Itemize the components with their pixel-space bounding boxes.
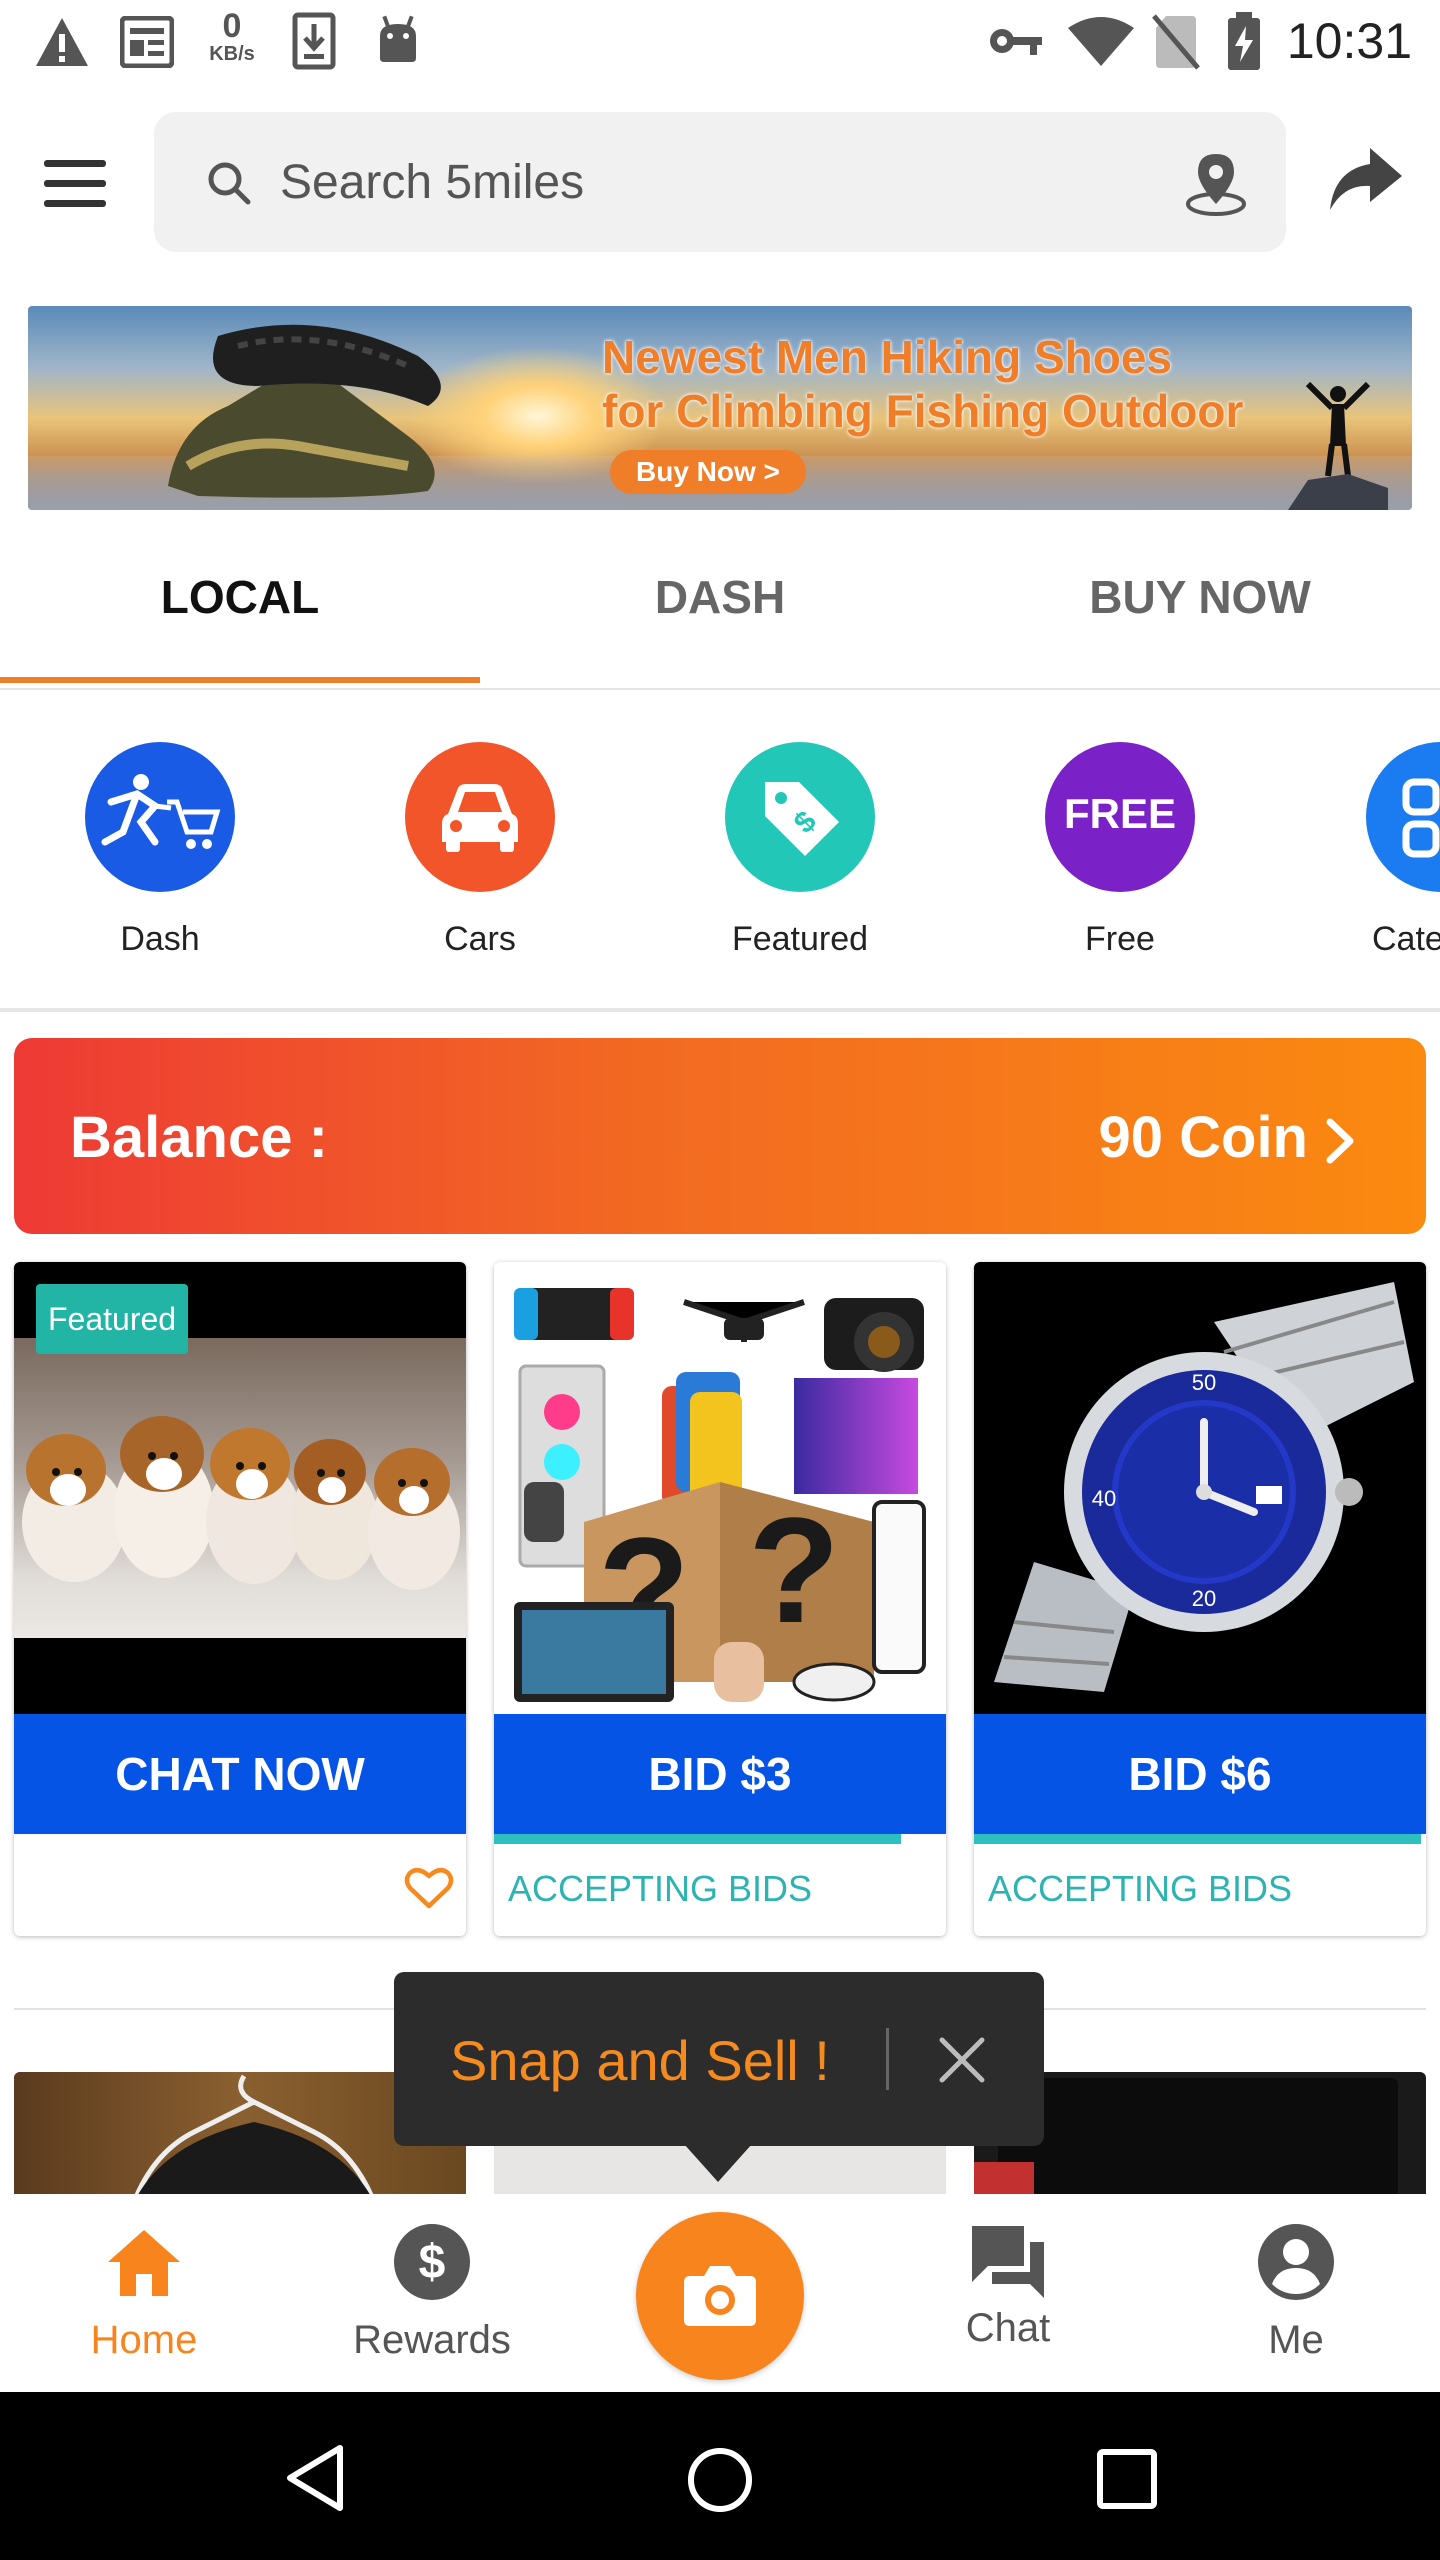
bid-button[interactable]: BID $6 xyxy=(974,1714,1426,1834)
car-icon xyxy=(442,784,518,852)
search-input[interactable] xyxy=(280,152,1080,212)
download-icon xyxy=(292,12,336,70)
battery-charging-icon xyxy=(1228,12,1260,70)
tab-buy-now[interactable]: BUY NOW xyxy=(960,570,1440,624)
nav-chat[interactable]: Chat xyxy=(864,2194,1152,2392)
category-icon-circle: $ xyxy=(725,742,875,892)
product-card[interactable]: ? ? BID $3 ACCEPTING BIDS xyxy=(494,1262,946,1936)
svg-text:$: $ xyxy=(419,2236,446,2289)
nav-rewards[interactable]: $ Rewards xyxy=(288,2194,576,2392)
home-circle-icon[interactable] xyxy=(686,2446,754,2514)
balance-label: Balance : xyxy=(70,1105,328,1170)
recents-icon[interactable] xyxy=(1096,2448,1158,2510)
home-icon xyxy=(108,2230,180,2296)
news-icon xyxy=(120,16,174,68)
search-icon xyxy=(208,162,251,205)
status-bar: 0 KB/s 10:31 xyxy=(0,0,1440,84)
bid-button[interactable]: BID $3 xyxy=(494,1714,946,1834)
svg-text:20: 20 xyxy=(1192,1586,1216,1611)
nav-me[interactable]: Me xyxy=(1152,2194,1440,2392)
nav-label: Me xyxy=(1268,2318,1324,2362)
balance-value: 90 Coin xyxy=(1098,1105,1309,1170)
network-speed-unit: KB/s xyxy=(209,43,255,65)
sell-camera-button[interactable] xyxy=(636,2212,804,2380)
category-label: Free xyxy=(1085,920,1155,958)
category-dash[interactable]: Dash xyxy=(60,742,260,959)
category-categories[interactable]: Categories xyxy=(1340,742,1440,959)
hiker-silhouette-image xyxy=(1288,381,1388,510)
key-icon xyxy=(990,29,1042,55)
bid-progress-bar xyxy=(974,1834,1422,1844)
wifi-icon xyxy=(1068,17,1134,66)
network-speed-value: 0 xyxy=(222,7,242,45)
bid-status: ACCEPTING BIDS xyxy=(988,1868,1293,1909)
category-free[interactable]: FREE Free xyxy=(1020,742,1220,959)
leather-jacket-photo xyxy=(131,2074,374,2202)
category-icon-circle xyxy=(405,742,555,892)
banner-title-line1: Newest Men Hiking Shoes xyxy=(602,331,1173,383)
close-icon[interactable] xyxy=(934,2032,990,2088)
category-cars[interactable]: Cars xyxy=(380,742,580,959)
banner-buy-now-button[interactable]: Buy Now > xyxy=(610,450,806,494)
svg-text:40: 40 xyxy=(1092,1486,1116,1511)
free-icon: FREE xyxy=(1063,790,1176,837)
tooltip-arrow xyxy=(684,2144,752,2182)
chat-icon xyxy=(972,2226,1044,2298)
dollar-icon: $ xyxy=(394,2224,470,2300)
heart-icon[interactable] xyxy=(404,1866,454,1910)
hiking-shoe-image xyxy=(168,324,441,498)
bid-progress-bar xyxy=(494,1834,901,1844)
product-card[interactable]: Featured CHAT NOW xyxy=(14,1262,466,1936)
bid-status: ACCEPTING BIDS xyxy=(508,1868,813,1909)
svg-text:?: ? xyxy=(748,1486,840,1654)
tooltip-text: Snap and Sell ! xyxy=(450,2029,830,2092)
promo-banner[interactable]: Newest Men Hiking Shoes for Climbing Fis… xyxy=(28,306,1412,510)
price-tag-icon: $ xyxy=(765,782,839,856)
back-icon[interactable] xyxy=(284,2444,348,2512)
category-icon-circle: FREE xyxy=(1045,742,1195,892)
category-label: Cars xyxy=(444,920,516,958)
android-icon xyxy=(380,15,416,62)
product-card[interactable]: 50 40 20 BID $6 ACCEPTING BIDS xyxy=(974,1262,1426,1936)
divider xyxy=(0,688,1440,690)
system-navigation-bar xyxy=(0,2392,1440,2560)
network-speed: 0 KB/s xyxy=(204,8,260,64)
svg-text:50: 50 xyxy=(1192,1370,1216,1395)
chevron-right-icon xyxy=(1326,1118,1354,1164)
banner-title-line2: for Climbing Fishing Outdoor xyxy=(602,385,1244,437)
tab-active-indicator xyxy=(0,677,480,683)
category-label: Categories xyxy=(1372,920,1440,958)
divider xyxy=(0,1008,1440,1012)
blue-watch-photo: 50 40 20 xyxy=(974,1262,1426,1714)
tooltip-separator xyxy=(886,2028,889,2090)
balance-card[interactable]: Balance : 90 Coin xyxy=(14,1038,1426,1234)
featured-badge: Featured xyxy=(36,1284,189,1354)
no-sim-icon xyxy=(1152,14,1200,70)
category-label: Dash xyxy=(120,920,200,958)
nav-label: Home xyxy=(90,2318,198,2362)
clock: 10:31 xyxy=(1286,13,1412,69)
camera-icon xyxy=(684,2266,756,2326)
search-bar[interactable] xyxy=(154,112,1286,252)
menu-button[interactable] xyxy=(40,154,112,214)
category-featured[interactable]: $ Featured xyxy=(700,742,900,959)
warning-icon xyxy=(36,18,88,66)
nav-home[interactable]: Home xyxy=(0,2194,288,2392)
categories-icon xyxy=(1402,778,1440,858)
nav-label: Rewards xyxy=(353,2318,511,2362)
category-icon-circle xyxy=(1366,742,1440,892)
nav-label: Chat xyxy=(965,2306,1051,2350)
chat-now-button[interactable]: CHAT NOW xyxy=(14,1714,466,1834)
tab-local[interactable]: LOCAL xyxy=(0,570,480,624)
category-label: Featured xyxy=(731,920,869,958)
location-pin-icon[interactable] xyxy=(1184,150,1248,216)
dash-cart-icon xyxy=(101,774,221,849)
tab-dash[interactable]: DASH xyxy=(480,570,960,624)
account-icon xyxy=(1258,2224,1334,2300)
category-icon-circle xyxy=(85,742,235,892)
snap-and-sell-tooltip[interactable]: Snap and Sell ! xyxy=(394,1972,1044,2146)
share-icon[interactable] xyxy=(1326,140,1406,220)
mystery-box-electronics-photo: ? ? xyxy=(494,1262,946,1714)
